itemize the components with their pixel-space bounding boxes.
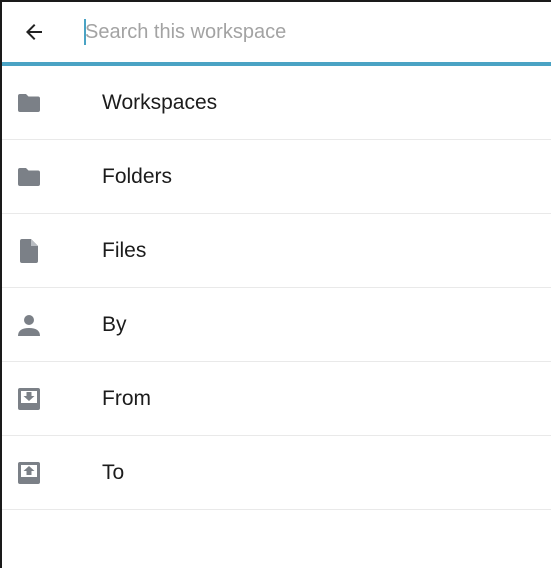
person-icon (16, 312, 42, 338)
folder-icon (16, 164, 42, 190)
text-caret (84, 19, 86, 45)
filter-item-from[interactable]: From (2, 362, 551, 436)
filter-item-label: Workspaces (102, 90, 218, 114)
search-field[interactable] (84, 16, 551, 48)
filter-item-files[interactable]: Files (2, 214, 551, 288)
filter-item-workspaces[interactable]: Workspaces (2, 66, 551, 140)
inbox-in-icon (16, 386, 42, 412)
arrow-left-icon (26, 24, 42, 40)
inbox-out-icon (16, 460, 42, 486)
filter-item-label: By (102, 312, 127, 336)
filter-item-folders[interactable]: Folders (2, 140, 551, 214)
folder-open-icon (16, 90, 42, 116)
file-icon (16, 238, 42, 264)
filter-item-label: Files (102, 238, 147, 262)
filter-item-by[interactable]: By (2, 288, 551, 362)
filter-item-to[interactable]: To (2, 436, 551, 510)
back-button[interactable] (15, 13, 53, 51)
search-input[interactable] (84, 20, 551, 44)
filter-item-label: Folders (102, 164, 173, 188)
search-header (2, 2, 551, 66)
filter-item-label: From (102, 386, 151, 410)
filter-list: Workspaces Folders Files By From To (2, 66, 551, 510)
filter-item-label: To (102, 460, 125, 484)
search-screen: Workspaces Folders Files (0, 0, 551, 568)
